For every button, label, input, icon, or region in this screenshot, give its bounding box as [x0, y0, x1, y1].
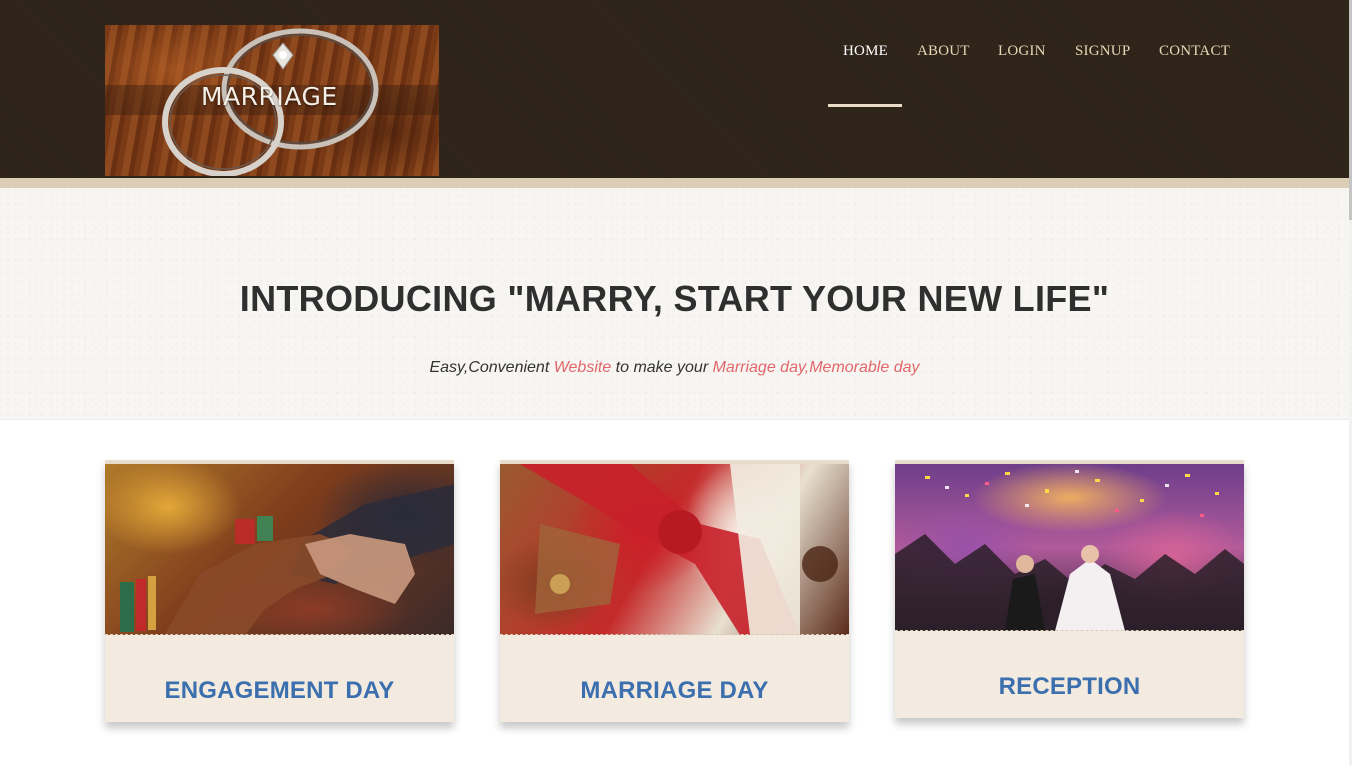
card-engagement[interactable]: ENGAGEMENT DAY: [105, 460, 454, 722]
hero-subtitle-part2: to make your: [611, 359, 713, 376]
hero-subtitle: Easy,Convenient Website to make your Mar…: [0, 359, 1349, 377]
hero-subtitle-highlight-day: Marriage day,Memorable day: [712, 359, 920, 376]
photo-edge: [500, 634, 849, 635]
header-divider: [0, 178, 1349, 188]
nav-about[interactable]: ABOUT: [917, 43, 970, 60]
marriage-illustration: [520, 464, 838, 635]
hero-subtitle-part1: Easy,Convenient: [429, 359, 554, 376]
main-nav: HOME ABOUT LOGIN SIGNUP CONTACT: [0, 43, 1349, 63]
hero-section: INTRODUCING "MARRY, START YOUR NEW LIFE"…: [0, 188, 1349, 420]
nav-login[interactable]: LOGIN: [998, 43, 1046, 60]
reception-illustration: [895, 470, 1244, 631]
photo-edge: [105, 634, 454, 635]
hero-title: INTRODUCING "MARRY, START YOUR NEW LIFE": [239, 278, 1110, 319]
card-caption-marriage[interactable]: MARRIAGE DAY: [500, 677, 849, 705]
logo-text: MARRIAGE: [201, 82, 338, 111]
card-caption-engagement[interactable]: ENGAGEMENT DAY: [105, 677, 454, 705]
photo-edge: [895, 630, 1244, 631]
nav-signup[interactable]: SIGNUP: [1075, 43, 1130, 60]
engagement-photo: [105, 464, 454, 635]
nav-active-indicator: [828, 104, 902, 107]
card-reception[interactable]: RECEPTION: [895, 460, 1244, 718]
nav-home[interactable]: HOME: [843, 43, 888, 60]
card-marriage[interactable]: MARRIAGE DAY: [500, 460, 849, 722]
site-header: MARRIAGE HOME ABOUT LOGIN SIGNUP CONTACT: [0, 0, 1349, 178]
marriage-photo: [500, 464, 849, 635]
nav-contact[interactable]: CONTACT: [1159, 43, 1230, 60]
card-caption-reception[interactable]: RECEPTION: [895, 673, 1244, 701]
hero-subtitle-highlight-website: Website: [553, 359, 612, 376]
engagement-illustration: [120, 484, 454, 635]
reception-photo: [895, 464, 1244, 631]
